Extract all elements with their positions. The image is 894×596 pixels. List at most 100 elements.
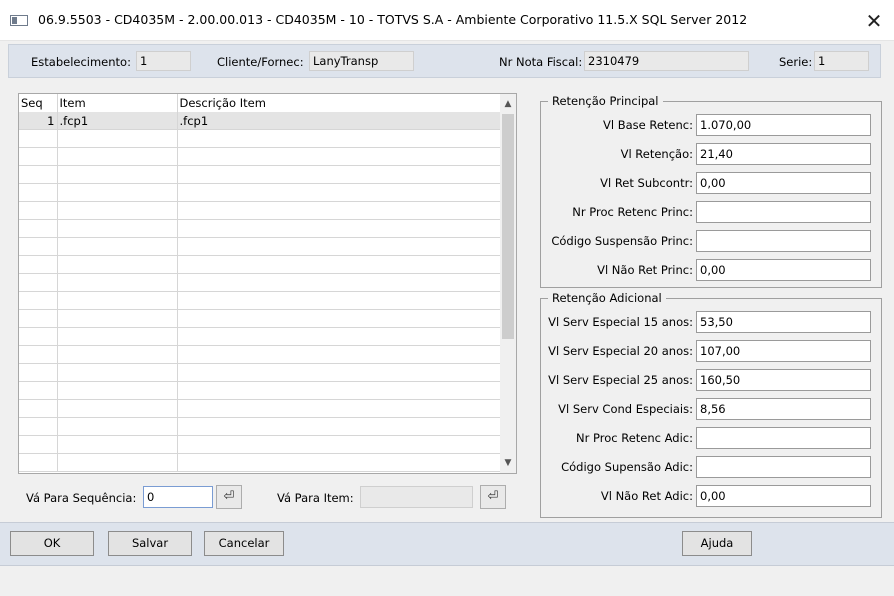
status-bar — [0, 566, 894, 596]
scroll-down-icon[interactable]: ▼ — [500, 455, 516, 471]
table-row[interactable] — [19, 183, 501, 202]
ok-button[interactable]: OK — [10, 531, 94, 556]
ok-button-label: OK — [43, 536, 61, 550]
table-row[interactable] — [19, 165, 501, 184]
go-arrow-icon: ⏎ — [223, 489, 235, 504]
table-row[interactable] — [19, 363, 501, 382]
table-row[interactable] — [19, 291, 501, 310]
cell-seq — [19, 219, 58, 238]
scroll-up-icon[interactable]: ▲ — [500, 96, 516, 112]
window-title: 06.9.5503 - CD4035M - 2.00.00.013 - CD40… — [38, 12, 748, 27]
cliente-field: LanyTransp — [309, 51, 414, 71]
cell-seq — [19, 399, 58, 418]
cell-seq — [19, 165, 58, 184]
cell-item — [57, 255, 178, 274]
cell-descricao — [177, 183, 501, 202]
retencao-adicional-field-input-0[interactable]: 53,50 — [696, 311, 871, 333]
go-arrow-icon: ⏎ — [487, 489, 499, 504]
retencao-adicional-field-label-4: Nr Proc Retenc Adic: — [576, 431, 693, 445]
table-row[interactable] — [19, 381, 501, 400]
column-header-seq[interactable]: Seq — [19, 94, 58, 112]
table-row[interactable] — [19, 147, 501, 166]
cell-descricao — [177, 399, 501, 418]
cell-descricao — [177, 435, 501, 454]
grid-vertical-scrollbar[interactable]: ▲ ▼ — [500, 94, 516, 473]
cell-seq: 1 — [19, 112, 58, 130]
table-row[interactable] — [19, 399, 501, 418]
retencao-principal-field-input-0[interactable]: 1.070,00 — [696, 114, 871, 136]
ajuda-button[interactable]: Ajuda — [682, 531, 752, 556]
cell-item — [57, 381, 178, 400]
table-row[interactable] — [19, 345, 501, 364]
table-row[interactable] — [19, 129, 501, 148]
cell-item — [57, 417, 178, 436]
retencao-adicional-field-input-4[interactable] — [696, 427, 871, 449]
table-row[interactable] — [19, 273, 501, 292]
table-row[interactable] — [19, 417, 501, 436]
cell-descricao — [177, 327, 501, 346]
close-button[interactable]: ✕ — [858, 6, 890, 36]
retencao-principal-field-input-3[interactable] — [696, 201, 871, 223]
table-row[interactable] — [19, 327, 501, 346]
retencao-adicional-field-input-6[interactable]: 0,00 — [696, 485, 871, 507]
cell-seq — [19, 345, 58, 364]
retencao-adicional-field-input-5[interactable] — [696, 456, 871, 478]
retencao-principal-field-input-1[interactable]: 21,40 — [696, 143, 871, 165]
cell-seq — [19, 273, 58, 292]
table-row[interactable] — [19, 309, 501, 328]
table-row[interactable] — [19, 237, 501, 256]
cancelar-button[interactable]: Cancelar — [204, 531, 284, 556]
cell-descricao — [177, 201, 501, 220]
goto-sequence-input[interactable]: 0 — [143, 486, 213, 508]
button-bar: OK Salvar Cancelar Ajuda — [0, 522, 894, 566]
retencao-adicional-field-label-0: Vl Serv Especial 15 anos: — [548, 315, 693, 329]
cancelar-button-label: Cancelar — [218, 536, 270, 550]
retencao-adicional-field-input-3[interactable]: 8,56 — [696, 398, 871, 420]
table-row[interactable]: 1 .fcp1 .fcp1 — [19, 112, 501, 130]
scroll-thumb[interactable] — [502, 114, 514, 339]
cell-descricao — [177, 345, 501, 364]
retencao-principal-field-input-2[interactable]: 0,00 — [696, 172, 871, 194]
cell-item — [57, 327, 178, 346]
goto-item-input[interactable] — [360, 486, 473, 508]
table-row[interactable] — [19, 255, 501, 274]
retencao-adicional-field-input-2[interactable]: 160,50 — [696, 369, 871, 391]
retencao-principal-field-label-5: Vl Não Ret Princ: — [597, 263, 693, 277]
cell-item — [57, 273, 178, 292]
cell-seq — [19, 129, 58, 148]
cell-seq — [19, 291, 58, 310]
retencao-principal-field-input-4[interactable] — [696, 230, 871, 252]
table-row[interactable] — [19, 219, 501, 238]
column-header-descricao[interactable]: Descrição Item — [177, 94, 501, 112]
cell-seq — [19, 327, 58, 346]
cell-item — [57, 201, 178, 220]
salvar-button[interactable]: Salvar — [108, 531, 192, 556]
goto-item-label: Vá Para Item: — [277, 491, 354, 505]
table-row[interactable] — [19, 201, 501, 220]
cell-seq — [19, 255, 58, 274]
salvar-button-label: Salvar — [131, 536, 169, 550]
table-row[interactable] — [19, 435, 501, 454]
cell-seq — [19, 201, 58, 220]
column-header-item[interactable]: Item — [57, 94, 178, 112]
items-grid[interactable]: Seq Item Descrição Item 1 .fcp1 .fcp1 ▲ … — [18, 93, 517, 474]
cell-seq — [19, 435, 58, 454]
estabelecimento-label: Estabelecimento: — [31, 55, 131, 69]
retencao-adicional-field-label-5: Código Supensão Adic: — [561, 460, 693, 474]
cell-descricao — [177, 291, 501, 310]
cell-descricao — [177, 129, 501, 148]
cell-seq — [19, 183, 58, 202]
cell-seq — [19, 381, 58, 400]
retencao-adicional-field-input-1[interactable]: 107,00 — [696, 340, 871, 362]
goto-item-button[interactable]: ⏎ — [480, 485, 506, 509]
retencao-principal-field-input-5[interactable]: 0,00 — [696, 259, 871, 281]
cliente-label: Cliente/Fornec: — [217, 55, 304, 69]
cell-item — [57, 129, 178, 148]
cell-item — [57, 183, 178, 202]
cell-descricao: .fcp1 — [177, 112, 501, 130]
grid-header-row: Seq Item Descrição Item — [19, 94, 501, 112]
goto-sequence-button[interactable]: ⏎ — [216, 485, 242, 509]
estabelecimento-field: 1 — [136, 51, 191, 71]
cell-item — [57, 219, 178, 238]
table-row[interactable] — [19, 453, 501, 472]
